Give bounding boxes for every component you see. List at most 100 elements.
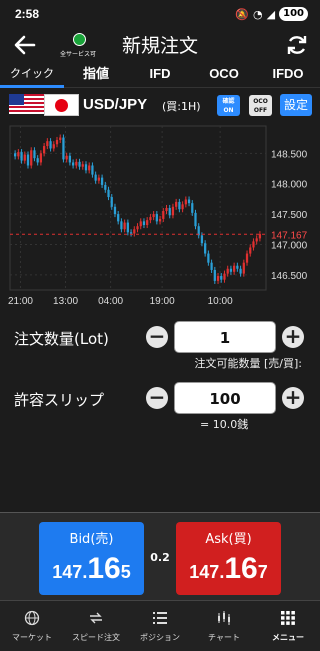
candle-body xyxy=(120,221,123,230)
candle-body xyxy=(162,211,165,219)
candle-body xyxy=(233,265,236,272)
candle-body xyxy=(30,150,33,166)
candle-body xyxy=(207,253,210,263)
candle-body xyxy=(107,189,110,198)
nav-position[interactable]: ポジション xyxy=(128,601,192,651)
spread-value: 0.2 xyxy=(150,551,170,564)
candle-body xyxy=(71,162,75,166)
bottom-nav: マーケット スピード注文 ポジション チャート メニュー xyxy=(0,600,320,651)
oco-toggle-state: OFF xyxy=(253,107,268,114)
candle-body xyxy=(23,154,26,161)
sell-bid-button[interactable]: Bid(売) 147.165 xyxy=(39,522,144,595)
candle-body xyxy=(117,214,120,222)
y-tick-label: 148.000 xyxy=(271,180,308,191)
quantity-label: 注文数量(Lot) xyxy=(14,330,109,348)
candle-body xyxy=(75,161,78,166)
candle-body xyxy=(20,152,23,161)
oco-toggle[interactable]: OCO OFF xyxy=(249,95,272,116)
nav-market[interactable]: マーケット xyxy=(0,601,64,651)
candlestick-chart: 148.500 148.000 147.500 147.000 146.500 21:00… xyxy=(8,125,308,307)
buy-ask-button[interactable]: Ask(買) 147.167 xyxy=(176,522,281,595)
refresh-icon[interactable] xyxy=(284,32,310,58)
nav-menu[interactable]: メニュー xyxy=(256,601,320,651)
quantity-input[interactable]: 1 xyxy=(174,321,276,353)
candle-body xyxy=(191,203,194,213)
trade-panel: Bid(売) 147.165 0.2 Ask(買) 147.167 xyxy=(0,512,320,600)
ask-price: 147.167 xyxy=(176,552,281,586)
candle-body xyxy=(178,201,181,210)
candle-body xyxy=(39,153,43,163)
ask-price-main: 147. xyxy=(189,562,225,582)
candle-body xyxy=(133,229,136,234)
candle-body xyxy=(59,137,62,140)
status-icons: 🔕 ◔ ◢ 100 xyxy=(235,7,308,21)
settings-button[interactable]: 設定 xyxy=(280,94,312,116)
quantity-minus-button[interactable]: − xyxy=(146,326,168,348)
candle-body xyxy=(252,241,255,248)
candle-body xyxy=(91,165,94,175)
tab-quick[interactable]: クイック xyxy=(0,62,64,88)
candle-body xyxy=(113,206,117,215)
confirm-toggle[interactable]: 確認 ON xyxy=(217,95,240,116)
x-tick-label: 10:00 xyxy=(208,296,233,307)
candle-body xyxy=(242,262,245,274)
candle-body xyxy=(149,217,152,221)
candle-body xyxy=(239,268,242,274)
mute-icon: 🔕 xyxy=(235,7,250,21)
candle-body xyxy=(136,226,139,230)
x-tick-label: 19:00 xyxy=(150,296,175,307)
slippage-label: 許容スリップ xyxy=(14,391,105,409)
globe-icon xyxy=(24,610,40,626)
candle-body xyxy=(14,153,17,157)
nav-menu-label: メニュー xyxy=(272,633,304,642)
candle-body xyxy=(65,155,68,160)
price-chart[interactable]: 148.500 148.000 147.500 147.000 146.500 21:00… xyxy=(8,122,312,312)
candle-body xyxy=(210,262,213,270)
candle-body xyxy=(26,154,30,166)
tab-ifd[interactable]: IFD xyxy=(128,62,192,87)
candle-body xyxy=(62,137,65,160)
y-tick-label: 146.500 xyxy=(271,271,308,282)
candle-body xyxy=(194,212,197,227)
candle-body xyxy=(187,199,191,204)
candle-body xyxy=(126,222,129,233)
candle-body xyxy=(88,165,91,171)
tab-limit[interactable]: 指値 xyxy=(64,62,128,87)
candle-body xyxy=(258,234,262,239)
nav-chart-label: チャート xyxy=(208,633,240,642)
candle-body xyxy=(223,273,226,280)
candle-body xyxy=(245,253,249,263)
signal-icon: ◢ xyxy=(266,7,276,21)
currency-pair-bar: USD/JPY (買:1H) 確認 ON OCO OFF 設定 xyxy=(0,92,320,118)
bid-price-main: 147. xyxy=(52,562,88,582)
candle-body xyxy=(236,265,239,269)
quantity-plus-button[interactable]: + xyxy=(282,326,304,348)
candle-body xyxy=(171,206,175,216)
candle-body xyxy=(184,199,187,205)
nav-speed-order[interactable]: スピード注文 xyxy=(64,601,128,651)
tab-oco[interactable]: OCO xyxy=(192,62,256,87)
us-flag-icon xyxy=(9,94,44,114)
slippage-row: 許容スリップ − 100 + xyxy=(0,381,320,415)
candle-body xyxy=(129,232,133,234)
pair-name[interactable]: USD/JPY xyxy=(83,96,147,113)
oco-toggle-label: OCO xyxy=(253,98,268,105)
candle-body xyxy=(104,184,107,190)
candle-body xyxy=(155,214,158,222)
status-bar: 2:58 🔕 ◔ ◢ 100 xyxy=(0,0,320,30)
y-tick-label: 147.000 xyxy=(271,240,308,251)
slippage-input[interactable]: 100 xyxy=(174,382,276,414)
nav-chart[interactable]: チャート xyxy=(192,601,256,651)
candle-body xyxy=(68,155,72,163)
tab-ifdo[interactable]: IFDO xyxy=(256,62,320,87)
candle-body xyxy=(146,220,149,226)
x-tick-label: 13:00 xyxy=(53,296,78,307)
status-time: 2:58 xyxy=(15,7,40,21)
slippage-minus-button[interactable]: − xyxy=(146,387,168,409)
list-icon xyxy=(153,612,167,624)
candle-body xyxy=(81,164,84,167)
candle-body xyxy=(168,208,171,216)
available-quantity-note: 注文可能数量 [売/買]: xyxy=(194,357,303,370)
candle-body xyxy=(55,139,59,145)
slippage-plus-button[interactable]: + xyxy=(282,387,304,409)
